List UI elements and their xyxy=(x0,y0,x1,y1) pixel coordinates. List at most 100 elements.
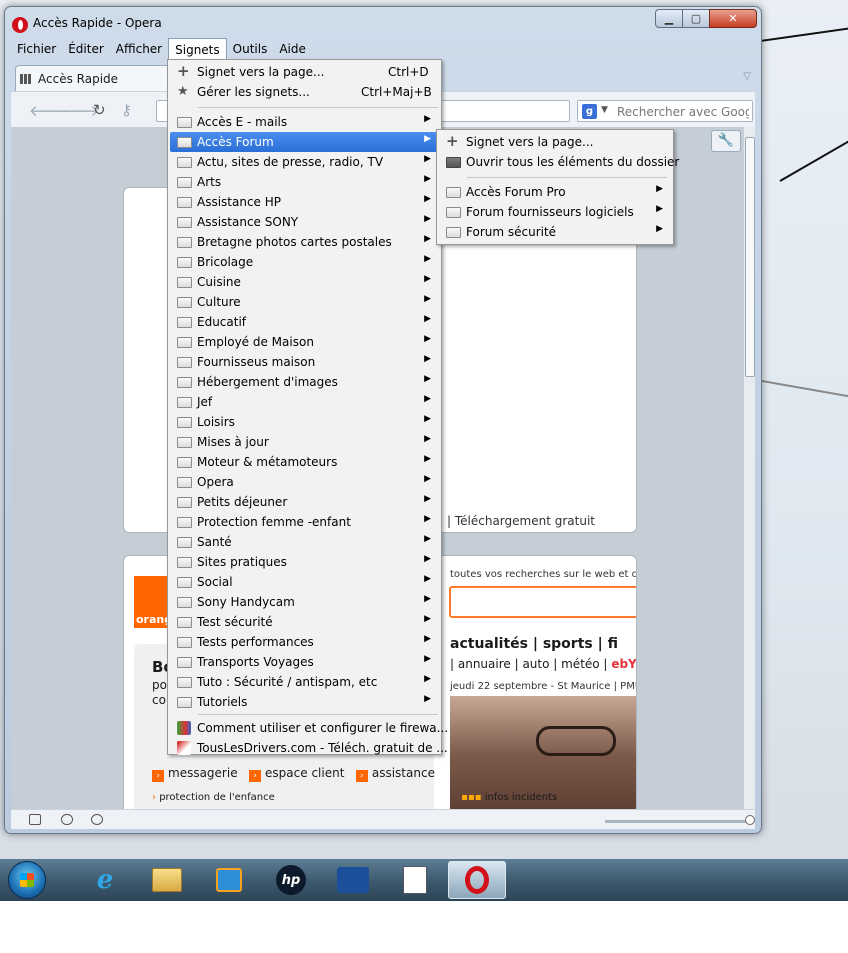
tab-label: Accès Rapide xyxy=(38,72,119,86)
tab-list-chevron-icon[interactable]: ▽ xyxy=(743,71,751,82)
panel-toggle-icon[interactable] xyxy=(29,814,41,825)
scrollbar-thumb[interactable] xyxy=(745,137,755,377)
menu-item-label: Cuisine xyxy=(197,275,241,289)
menu-folder-item[interactable]: Employé de Maison ▶ xyxy=(170,332,439,352)
taskbar-document-app[interactable] xyxy=(388,861,442,899)
zoom-slider-thumb[interactable] xyxy=(745,815,755,825)
menu-link-item[interactable]: Comment utiliser et configurer le firewa… xyxy=(170,718,448,738)
menu-folder-item[interactable]: Assistance HP ▶ xyxy=(170,192,439,212)
submenu-item-add-bookmark[interactable]: + Signet vers la page... xyxy=(439,132,671,152)
cloud-icon[interactable] xyxy=(61,814,73,825)
taskbar-hp[interactable]: hp xyxy=(264,861,318,899)
maximize-button[interactable]: ▢ xyxy=(682,9,710,28)
menu-folder-item[interactable]: Arts ▶ xyxy=(170,172,439,192)
menu-folder-item[interactable]: Moteur & métamoteurs ▶ xyxy=(170,452,439,472)
folder-icon xyxy=(177,376,193,388)
title-bar[interactable]: Accès Rapide - Opera ▁ ▢ ✕ xyxy=(5,7,761,37)
menu-folder-item[interactable]: Loisirs ▶ xyxy=(170,412,439,432)
taskbar-opera[interactable] xyxy=(448,861,506,899)
menu-folder-item[interactable]: Protection femme -enfant ▶ xyxy=(170,512,439,532)
menu-folder-item[interactable]: Accès E - mails ▶ xyxy=(170,112,439,132)
menu-folder-item[interactable]: Culture ▶ xyxy=(170,292,439,312)
orange-nav-secondary: | annuaire | auto | météo | ebY xyxy=(450,657,636,671)
menu-folder-item[interactable]: Educatif ▶ xyxy=(170,312,439,332)
close-button[interactable]: ✕ xyxy=(709,9,757,28)
submenu-folder-item[interactable]: Forum sécurité ▶ xyxy=(439,222,671,242)
zoom-slider[interactable] xyxy=(605,820,749,823)
taskbar-internet-explorer[interactable]: e xyxy=(78,861,132,899)
reload-icon[interactable]: ↻ xyxy=(93,101,106,119)
wave-app-icon xyxy=(337,867,369,893)
menu-item-label: Sony Handycam xyxy=(197,595,295,609)
menu-item-label: Employé de Maison xyxy=(197,335,314,349)
menu-aide[interactable]: Aide xyxy=(273,38,312,60)
menu-item-label: Bricolage xyxy=(197,255,254,269)
submenu-arrow-icon: ▶ xyxy=(424,154,431,164)
submenu-item-open-all[interactable]: Ouvrir tous les éléments du dossier xyxy=(439,152,679,172)
taskbar-explorer[interactable] xyxy=(140,861,194,899)
menu-folder-item[interactable]: Actu, sites de presse, radio, TV ▶ xyxy=(170,152,439,172)
google-icon[interactable]: g xyxy=(582,104,597,119)
menu-afficher[interactable]: Afficher xyxy=(110,38,168,60)
menu-folder-item[interactable]: Tuto : Sécurité / antispam, etc ▶ xyxy=(170,672,439,692)
folder-icon xyxy=(177,356,193,368)
menu-signets[interactable]: Signets xyxy=(168,38,227,60)
wrench-icon[interactable]: 🔧 xyxy=(711,130,741,152)
signets-menu: + Signet vers la page... Ctrl+D ★ Gérer … xyxy=(167,59,448,758)
search-engine-dropdown-icon[interactable]: ▼ xyxy=(601,105,608,115)
start-button[interactable] xyxy=(8,861,46,899)
menu-folder-item[interactable]: Tutoriels ▶ xyxy=(170,692,439,712)
menu-folder-item[interactable]: Opera ▶ xyxy=(170,472,439,492)
folder-icon xyxy=(177,336,193,348)
submenu-folder-item[interactable]: Forum fournisseurs logiciels ▶ xyxy=(439,202,671,222)
menu-folder-item[interactable]: Hébergement d'images ▶ xyxy=(170,372,439,392)
submenu-arrow-icon: ▶ xyxy=(424,394,431,404)
menu-item-label: Tuto : Sécurité / antispam, etc xyxy=(197,675,378,689)
menu-folder-item[interactable]: Sony Handycam ▶ xyxy=(170,592,439,612)
tab-acces-rapide[interactable]: Accès Rapide xyxy=(15,65,173,91)
submenu-arrow-icon: ▶ xyxy=(424,694,431,704)
menu-separator xyxy=(198,107,438,108)
menu-folder-item[interactable]: Jef ▶ xyxy=(170,392,439,412)
menu-item-add-bookmark[interactable]: + Signet vers la page... Ctrl+D xyxy=(170,62,439,82)
menu-folder-item[interactable]: Petits déjeuner ▶ xyxy=(170,492,439,512)
submenu-arrow-icon: ▶ xyxy=(424,254,431,264)
speed-icon[interactable] xyxy=(91,814,103,825)
menu-item-label: Tutoriels xyxy=(197,695,248,709)
orange-date: jeudi 22 septembre - St Maurice | PMU xyxy=(450,681,637,692)
submenu-folder-item[interactable]: Accès Forum Pro ▶ xyxy=(439,182,671,202)
submenu-arrow-icon: ▶ xyxy=(424,474,431,484)
menu-folder-item[interactable]: Mises à jour ▶ xyxy=(170,432,439,452)
menu-folder-item[interactable]: Fournisseus maison ▶ xyxy=(170,352,439,372)
menu-item-manage-bookmarks[interactable]: ★ Gérer les signets... Ctrl+Maj+B xyxy=(170,82,439,102)
menu-item-label: Forum sécurité xyxy=(466,225,557,239)
menu-folder-item[interactable]: Santé ▶ xyxy=(170,532,439,552)
taskbar-media-player[interactable] xyxy=(202,861,256,899)
menu-folder-item[interactable]: Accès Forum ▶ xyxy=(170,132,439,152)
menu-outils[interactable]: Outils xyxy=(227,38,274,60)
menu-link-item[interactable]: TousLesDrivers.com - Téléch. gratuit de … xyxy=(170,738,448,758)
key-icon[interactable]: ⚷ xyxy=(121,101,132,119)
folder-icon xyxy=(177,656,193,668)
minimize-button[interactable]: ▁ xyxy=(655,9,683,28)
menu-separator xyxy=(198,714,438,715)
menu-fichier[interactable]: Fichier xyxy=(11,38,62,60)
menu-folder-item[interactable]: Assistance SONY ▶ xyxy=(170,212,439,232)
menu-folder-item[interactable]: Social ▶ xyxy=(170,572,439,592)
menu-folder-item[interactable]: Bretagne photos cartes postales ▶ xyxy=(170,232,439,252)
menu-folder-item[interactable]: Tests performances ▶ xyxy=(170,632,439,652)
taskbar: e hp xyxy=(0,859,848,901)
menu-folder-item[interactable]: Sites pratiques ▶ xyxy=(170,552,439,572)
menu-editer[interactable]: Éditer xyxy=(62,38,110,60)
menu-folder-item[interactable]: Test sécurité ▶ xyxy=(170,612,439,632)
link-protection: protection de l'enfance xyxy=(159,792,275,803)
menu-folder-item[interactable]: Cuisine ▶ xyxy=(170,272,439,292)
search-field[interactable]: g ▼ Rechercher avec Goog xyxy=(577,100,753,122)
folder-icon xyxy=(177,236,193,248)
taskbar-monitor-app[interactable] xyxy=(326,861,380,899)
vertical-scrollbar[interactable] xyxy=(743,127,755,809)
link-assistance: assistance xyxy=(371,766,435,780)
menu-folder-item[interactable]: Transports Voyages ▶ xyxy=(170,652,439,672)
menu-folder-item[interactable]: Bricolage ▶ xyxy=(170,252,439,272)
menu-item-label: Accès Forum xyxy=(197,135,274,149)
